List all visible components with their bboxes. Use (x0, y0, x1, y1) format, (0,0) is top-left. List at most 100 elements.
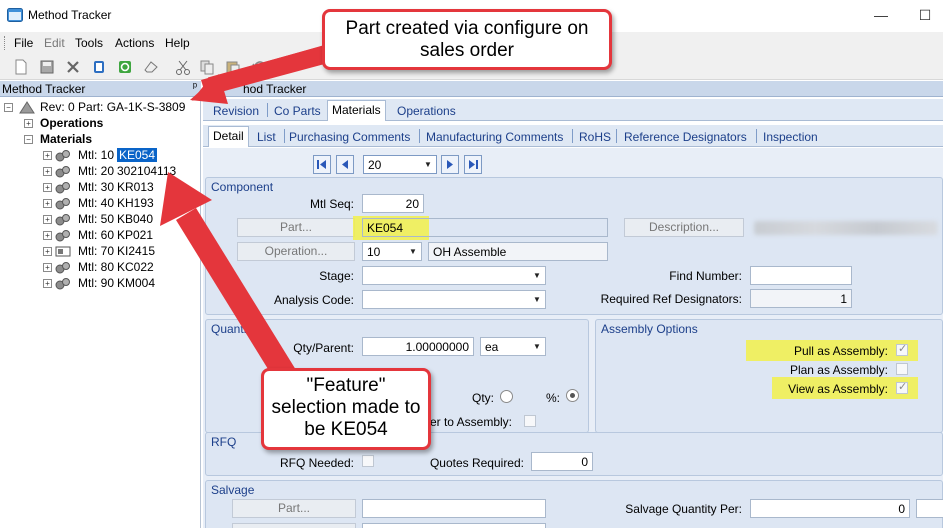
find-number-field[interactable] (750, 266, 852, 285)
menu-edit[interactable]: Edit (44, 36, 65, 50)
tab-detail[interactable]: Detail (208, 126, 249, 147)
tab-manufacturing-comments[interactable]: Manufacturing Comments (422, 128, 567, 147)
part-field[interactable]: KE054 (362, 218, 608, 237)
previous-record-button[interactable] (336, 155, 354, 174)
tree-material-item[interactable]: + Mtl: 90 KM004 (43, 276, 193, 291)
record-selector[interactable]: 20 ▼ (363, 155, 437, 174)
salvage-group-title: Salvage (211, 483, 255, 497)
material-seq-label: Mtl: 20 (78, 164, 115, 178)
plan-as-assembly-checkbox[interactable] (896, 363, 908, 375)
detail-panel-header: hod Tracker (203, 81, 943, 97)
tree-node-operations-label: Operations (40, 116, 104, 130)
salvage-qty-per-field[interactable]: 0 (750, 499, 910, 518)
tab-operations[interactable]: Operations (393, 102, 460, 121)
expand-icon[interactable]: + (43, 263, 52, 272)
tree-material-item[interactable]: + Mtl: 40 KH193 (43, 196, 193, 211)
expand-icon[interactable]: + (43, 183, 52, 192)
material-part-label: KR013 (117, 180, 154, 194)
fixed-to-assembly-checkbox[interactable] (524, 415, 536, 427)
tree-material-item[interactable]: + Mtl: 80 KC022 (43, 260, 193, 275)
tree-material-item[interactable]: + Mtl: 10 KE054 (43, 148, 193, 163)
material-part-label: KM004 (117, 276, 156, 290)
expand-icon[interactable]: + (43, 215, 52, 224)
delete-icon[interactable] (64, 58, 82, 76)
menu-file[interactable]: File (14, 36, 33, 50)
tree-material-item[interactable]: + Mtl: 70 KI2415 (43, 244, 193, 259)
mtl-seq-field[interactable]: 20 (362, 194, 424, 213)
menu-tools[interactable]: Tools (75, 36, 103, 50)
pull-as-assembly-label: Pull as Assembly: (793, 344, 888, 358)
menu-actions[interactable]: Actions (115, 36, 154, 50)
save-icon[interactable] (38, 58, 56, 76)
expand-icon[interactable]: + (43, 247, 52, 256)
qty-radio[interactable] (500, 390, 513, 403)
tab-materials[interactable]: Materials (327, 100, 386, 121)
qty-parent-field[interactable]: 1.00000000 (362, 337, 474, 356)
tree-node-operations[interactable]: + Operations (24, 116, 184, 131)
rfq-needed-label: RFQ Needed: (279, 456, 354, 470)
undo-icon[interactable] (250, 58, 268, 76)
attach-icon[interactable] (90, 58, 108, 76)
expand-icon[interactable]: + (24, 119, 33, 128)
operation-button[interactable]: Operation... (237, 242, 355, 261)
tree-material-item[interactable]: + Mtl: 60 KP021 (43, 228, 193, 243)
expand-icon[interactable]: + (43, 231, 52, 240)
tree-material-item[interactable]: + Mtl: 30 KR013 (43, 180, 193, 195)
expand-icon[interactable]: + (43, 151, 52, 160)
rfq-needed-checkbox[interactable] (362, 455, 374, 467)
part-button[interactable]: Part... (237, 218, 355, 237)
tab-inspection[interactable]: Inspection (759, 128, 822, 147)
menu-help[interactable]: Help (165, 36, 190, 50)
salvage-uom-field[interactable] (916, 499, 943, 518)
clear-icon[interactable] (142, 58, 160, 76)
percent-radio[interactable] (566, 389, 579, 402)
material-seq-label: Mtl: 90 (78, 276, 115, 290)
minimize-button[interactable]: — (866, 4, 896, 26)
tab-list[interactable]: List (253, 128, 280, 147)
expand-icon[interactable]: + (43, 279, 52, 288)
maximize-button[interactable]: ☐ (910, 4, 940, 26)
cut-icon[interactable] (174, 58, 192, 76)
description-button[interactable]: Description... (624, 218, 744, 237)
detail-panel-title: hod Tracker (243, 82, 307, 96)
tab-rohs[interactable]: RoHS (575, 128, 615, 147)
tree-root-label: Rev: 0 Part: GA-1K-S-3809 (40, 100, 186, 114)
material-seq-label: Mtl: 30 (78, 180, 115, 194)
analysis-code-label: Analysis Code: (273, 293, 354, 307)
tab-co-parts[interactable]: Co Parts (270, 102, 325, 121)
tree-panel-header: Method Tracker ᵖ (0, 81, 201, 97)
tree-material-item[interactable]: + Mtl: 20 302104113 (43, 164, 193, 179)
collapse-icon[interactable]: − (24, 135, 33, 144)
copy-icon[interactable] (198, 58, 216, 76)
tab-revision[interactable]: Revision (209, 102, 263, 121)
view-as-assembly-checkbox[interactable] (896, 380, 908, 394)
tree-material-item[interactable]: + Mtl: 50 KB040 (43, 212, 193, 227)
paste-icon[interactable] (224, 58, 242, 76)
operation-combo[interactable]: 10 ▼ (362, 242, 422, 261)
salvage-part-field[interactable] (362, 499, 546, 518)
material-gears-icon (55, 230, 70, 242)
salvage-description-button[interactable] (232, 523, 356, 528)
qty-parent-label: Qty/Parent: (293, 341, 354, 355)
tab-reference-designators[interactable]: Reference Designators (620, 128, 751, 147)
pin-icon[interactable]: ᵖ (193, 81, 197, 93)
tree-node-materials[interactable]: − Materials (24, 132, 184, 147)
tab-purchasing-comments[interactable]: Purchasing Comments (285, 128, 414, 147)
analysis-code-combo[interactable]: ▼ (362, 290, 546, 309)
tree-root[interactable]: − Rev: 0 Part: GA-1K-S-3809 (4, 100, 194, 115)
new-icon[interactable] (12, 58, 30, 76)
last-record-button[interactable] (464, 155, 482, 174)
salvage-part-button[interactable]: Part... (232, 499, 356, 518)
quotes-required-field[interactable]: 0 (531, 452, 593, 471)
stage-combo[interactable]: ▼ (362, 266, 546, 285)
collapse-icon[interactable]: − (4, 103, 13, 112)
find-number-label: Find Number: (669, 269, 742, 283)
refresh-icon[interactable] (116, 58, 134, 76)
expand-icon[interactable]: + (43, 167, 52, 176)
expand-icon[interactable]: + (43, 199, 52, 208)
uom-combo[interactable]: ea ▼ (480, 337, 546, 356)
salvage-description-field[interactable] (362, 523, 546, 528)
first-record-button[interactable] (313, 155, 331, 174)
next-record-button[interactable] (441, 155, 459, 174)
pull-as-assembly-checkbox[interactable] (896, 342, 908, 356)
